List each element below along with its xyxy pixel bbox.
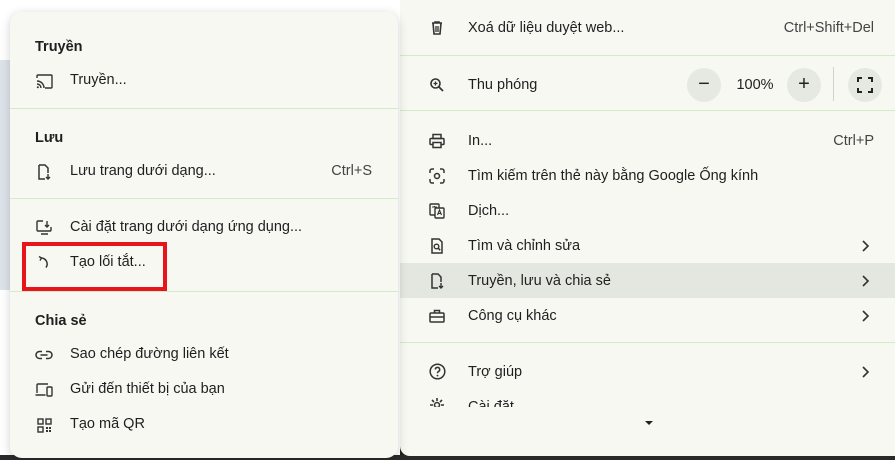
- settings-gear-icon: [428, 396, 446, 407]
- save-share-icon: [428, 272, 446, 290]
- send-to-device-icon: [35, 381, 53, 399]
- menu-item-print[interactable]: In... Ctrl+P: [400, 123, 895, 158]
- translate-icon: [428, 202, 446, 220]
- menu-item-google-lens[interactable]: Tìm kiếm trên thẻ này bằng Google Ống kí…: [400, 158, 895, 193]
- submenu-item-send-to-device[interactable]: Gửi đến thiết bị của bạn: [10, 373, 398, 407]
- menu-divider: [400, 55, 895, 56]
- google-lens-icon: [428, 167, 446, 185]
- qr-code-icon: [35, 416, 53, 434]
- annotation-highlight-box: [22, 242, 167, 291]
- submenu-item-label: Lưu trang dưới dạng...: [70, 163, 216, 179]
- menu-divider: [400, 110, 895, 111]
- submenu-item-install-app[interactable]: Cài đặt trang dưới dạng ứng dụng...: [10, 211, 398, 245]
- printer-icon: [428, 132, 446, 150]
- menu-item-label: Tìm kiếm trên thẻ này bằng Google Ống kí…: [468, 167, 759, 184]
- submenu-item-label: Truyền...: [70, 72, 127, 88]
- chevron-right-icon: [861, 309, 871, 323]
- trash-icon: [428, 19, 446, 37]
- submenu-item-copy-link[interactable]: Sao chép đường liên kết: [10, 338, 398, 372]
- menu-item-label: Trợ giúp: [468, 363, 523, 380]
- submenu-item-label: Sao chép đường liên kết: [70, 346, 229, 362]
- submenu-divider: [10, 198, 398, 199]
- zoom-in-button[interactable]: +: [787, 67, 821, 102]
- submenu-item-label: Cài đặt trang dưới dạng ứng dụng...: [70, 219, 303, 235]
- chrome-main-menu: Xoá dữ liệu duyệt web... Ctrl+Shift+Del …: [400, 0, 895, 456]
- menu-item-label: Xoá dữ liệu duyệt web...: [468, 19, 625, 36]
- help-icon: [428, 363, 446, 381]
- shortcut-text: Ctrl+P: [833, 132, 874, 149]
- zoom-level: 100%: [736, 76, 774, 93]
- fullscreen-button[interactable]: [848, 67, 882, 102]
- save-page-icon: [35, 163, 53, 181]
- menu-item-cast-save-share[interactable]: Truyền, lưu và chia sẻ: [400, 263, 895, 298]
- menu-item-label: Dịch...: [468, 202, 510, 219]
- submenu-item-qr-code[interactable]: Tạo mã QR: [10, 408, 398, 442]
- submenu-item-label: Gửi đến thiết bị của bạn: [70, 381, 225, 397]
- menu-item-label: Công cụ khác: [468, 307, 557, 324]
- chevron-right-icon: [861, 274, 871, 288]
- menu-item-label: Thu phóng: [468, 76, 538, 93]
- menu-item-clear-browsing-data[interactable]: Xoá dữ liệu duyệt web... Ctrl+Shift+Del: [400, 10, 895, 45]
- menu-item-settings[interactable]: Cài đặt: [400, 389, 895, 407]
- section-heading-save: Lưu: [35, 130, 64, 146]
- fullscreen-icon: [857, 76, 873, 93]
- menu-item-label: Tìm và chỉnh sửa: [468, 237, 581, 254]
- menu-item-find-edit[interactable]: Tìm và chỉnh sửa: [400, 228, 895, 263]
- toolbox-icon: [428, 307, 446, 325]
- zoom-separator: [833, 67, 834, 101]
- section-heading-cast: Truyền: [35, 39, 83, 55]
- menu-item-label: Cài đặt: [468, 399, 514, 407]
- find-in-page-icon: [428, 237, 446, 255]
- submenu-item-label: Tạo mã QR: [70, 416, 145, 432]
- chevron-right-icon: [861, 365, 871, 379]
- menu-item-translate[interactable]: Dịch...: [400, 193, 895, 228]
- cast-save-share-submenu: Truyền Truyền... Lưu Lưu trang dưới dạng…: [10, 12, 398, 458]
- menu-item-label: Truyền, lưu và chia sẻ: [468, 272, 611, 289]
- link-icon: [35, 346, 53, 364]
- menu-item-more-tools[interactable]: Công cụ khác: [400, 298, 895, 333]
- submenu-item-save-page-as[interactable]: Lưu trang dưới dạng... Ctrl+S: [10, 155, 398, 189]
- zoom-out-button[interactable]: −: [687, 67, 721, 102]
- menu-item-label: In...: [468, 132, 493, 149]
- section-heading-share: Chia sẻ: [35, 313, 87, 329]
- scroll-down-arrow-icon[interactable]: [645, 421, 653, 425]
- install-app-icon: [35, 219, 53, 237]
- submenu-item-cast[interactable]: Truyền...: [10, 64, 398, 98]
- cast-icon: [35, 72, 53, 90]
- shortcut-text: Ctrl+S: [331, 163, 372, 179]
- submenu-divider: [10, 291, 398, 292]
- submenu-divider: [10, 108, 398, 109]
- shortcut-text: Ctrl+Shift+Del: [783, 19, 874, 36]
- menu-divider: [400, 342, 895, 343]
- chevron-right-icon: [861, 239, 871, 253]
- menu-item-zoom: Thu phóng − 100% +: [400, 67, 895, 102]
- menu-item-help[interactable]: Trợ giúp: [400, 354, 895, 389]
- zoom-icon: [428, 76, 446, 94]
